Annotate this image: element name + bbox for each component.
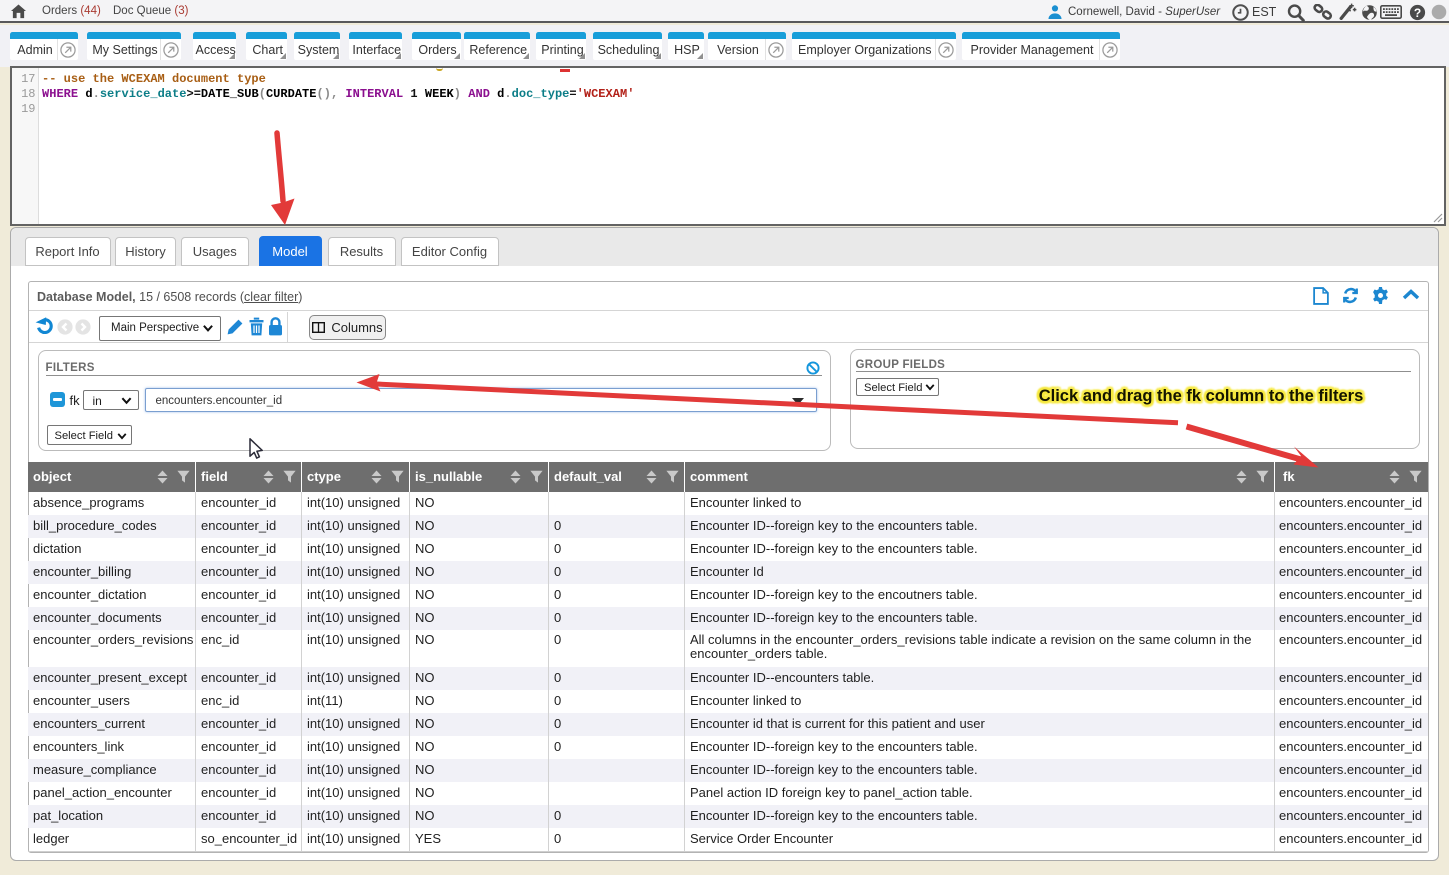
svg-text:?: ?: [1414, 6, 1421, 20]
